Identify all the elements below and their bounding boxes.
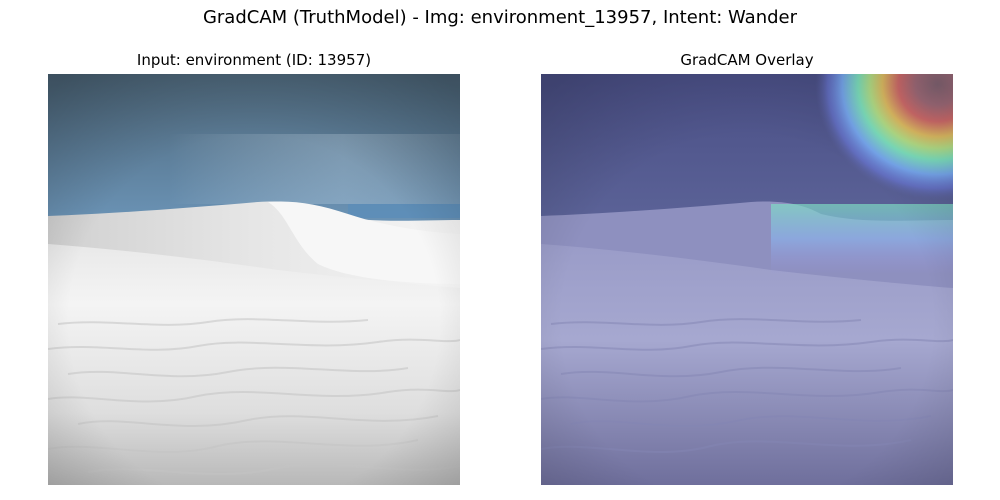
input-image (48, 74, 460, 485)
overlay-photo (541, 74, 953, 485)
dune-photo (48, 74, 460, 485)
overlay-panel-title: GradCAM Overlay (680, 51, 814, 69)
input-panel-title: Input: environment (ID: 13957) (136, 51, 372, 69)
gradcam-figure: GradCAM (TruthModel) - Img: environment_… (0, 0, 1000, 500)
gradcam-overlay-image (541, 74, 953, 485)
figure-suptitle: GradCAM (TruthModel) - Img: environment_… (202, 7, 798, 28)
